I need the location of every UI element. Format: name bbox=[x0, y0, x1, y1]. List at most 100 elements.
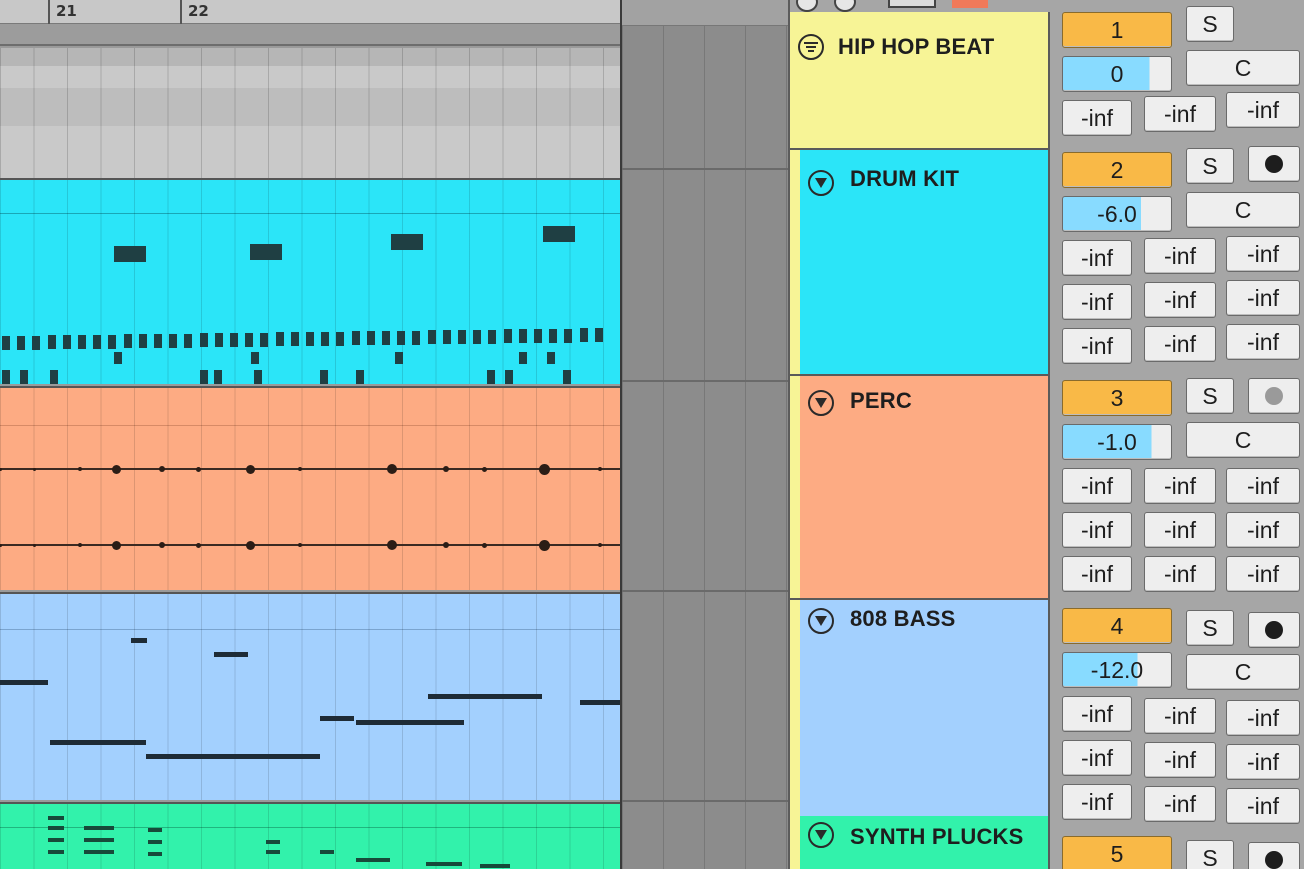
midi-note bbox=[579, 328, 588, 343]
midi-note bbox=[320, 716, 354, 721]
send-field[interactable]: -inf bbox=[1062, 784, 1132, 820]
track-activator-button[interactable]: 1 bbox=[1062, 12, 1172, 48]
monitor-button[interactable] bbox=[1248, 612, 1300, 648]
arm-button[interactable] bbox=[1248, 378, 1300, 414]
monitor-button[interactable] bbox=[1248, 842, 1300, 869]
send-field[interactable]: -inf bbox=[1144, 556, 1216, 592]
solo-button[interactable]: S bbox=[1186, 610, 1234, 646]
send-field[interactable]: -inf bbox=[1144, 468, 1216, 504]
group-collapse-icon[interactable] bbox=[798, 34, 824, 60]
send-field[interactable]: -inf bbox=[1226, 700, 1300, 736]
track-name-panel[interactable]: SYNTH PLUCKS bbox=[800, 816, 1050, 869]
send-field[interactable]: -inf bbox=[1062, 240, 1132, 276]
volume-field[interactable]: -12.0 bbox=[1062, 652, 1172, 688]
transient-dot bbox=[481, 466, 487, 472]
pan-field[interactable]: C bbox=[1186, 192, 1300, 228]
midi-note bbox=[549, 328, 558, 343]
pan-field[interactable]: C bbox=[1186, 50, 1300, 86]
send-field[interactable]: -inf bbox=[1226, 744, 1300, 780]
back-arrow-icon[interactable] bbox=[796, 0, 818, 12]
midi-note bbox=[114, 352, 122, 364]
fold-arrow-icon[interactable] bbox=[808, 390, 834, 416]
midi-note bbox=[397, 330, 406, 345]
send-field[interactable]: -inf bbox=[1062, 512, 1132, 548]
midi-note bbox=[519, 352, 527, 364]
808-bass-lane[interactable] bbox=[0, 592, 620, 800]
lane-divider bbox=[622, 800, 788, 802]
track-header-drum-kit[interactable]: DRUM KIT 2 S -6.0 C -inf -inf -inf -inf … bbox=[790, 146, 1304, 376]
send-field[interactable]: -inf bbox=[1144, 326, 1216, 362]
track-name-panel[interactable]: PERC bbox=[800, 376, 1050, 600]
midi-note bbox=[48, 826, 64, 830]
track-activator-button[interactable]: 5 bbox=[1062, 836, 1172, 869]
send-field[interactable]: -inf bbox=[1226, 92, 1300, 128]
send-field[interactable]: -inf bbox=[1144, 238, 1216, 274]
fold-arrow-icon[interactable] bbox=[808, 170, 834, 196]
midi-note bbox=[534, 329, 542, 343]
track-header-synth-plucks[interactable]: SYNTH PLUCKS 5 S bbox=[790, 816, 1304, 869]
send-field[interactable]: -inf bbox=[1144, 698, 1216, 734]
track-header-808-bass[interactable]: 808 BASS 4 S -12.0 C -inf -inf -inf -inf… bbox=[790, 600, 1304, 824]
track-header-hip-hop-beat[interactable]: HIP HOP BEAT 1 S 0 C -inf -inf -inf bbox=[790, 6, 1304, 150]
send-field[interactable]: -inf bbox=[1226, 236, 1300, 272]
send-field[interactable]: -inf bbox=[1144, 96, 1216, 132]
monitor-button[interactable] bbox=[1248, 146, 1300, 182]
drum-kit-lane[interactable] bbox=[0, 178, 620, 384]
solo-button[interactable]: S bbox=[1186, 378, 1234, 414]
midi-note bbox=[148, 828, 162, 832]
send-field[interactable]: -inf bbox=[1062, 100, 1132, 136]
solo-button[interactable]: S bbox=[1186, 840, 1234, 869]
forward-arrow-icon[interactable] bbox=[834, 0, 856, 12]
loop-brace-strip[interactable] bbox=[0, 24, 620, 46]
track-activator-button[interactable]: 3 bbox=[1062, 380, 1172, 416]
pan-field[interactable]: C bbox=[1186, 422, 1300, 458]
volume-field[interactable]: 0 bbox=[1062, 56, 1172, 92]
send-field[interactable]: -inf bbox=[1226, 468, 1300, 504]
transient-dot bbox=[159, 466, 165, 472]
track-name: DRUM KIT bbox=[850, 166, 960, 191]
track-activator-button[interactable]: 4 bbox=[1062, 608, 1172, 644]
arrangement-empty-area[interactable] bbox=[622, 0, 788, 869]
track-name-panel[interactable]: DRUM KIT bbox=[800, 150, 1050, 376]
volume-field[interactable]: -1.0 bbox=[1062, 424, 1172, 460]
track-name-panel[interactable]: 808 BASS bbox=[800, 600, 1050, 824]
send-field[interactable]: -inf bbox=[1144, 742, 1216, 778]
send-field[interactable]: -inf bbox=[1144, 512, 1216, 548]
send-field[interactable]: -inf bbox=[1062, 696, 1132, 732]
track-name-panel[interactable]: HIP HOP BEAT bbox=[790, 12, 1050, 150]
midi-note bbox=[78, 335, 86, 349]
midi-note bbox=[290, 332, 299, 347]
record-indicator[interactable] bbox=[952, 0, 988, 8]
synth-plucks-lane[interactable] bbox=[0, 802, 620, 869]
fold-arrow-icon[interactable] bbox=[808, 822, 834, 848]
midi-note bbox=[251, 352, 259, 364]
send-field[interactable]: -inf bbox=[1062, 556, 1132, 592]
midi-note bbox=[214, 652, 248, 657]
send-field[interactable]: -inf bbox=[1062, 328, 1132, 364]
send-field[interactable]: -inf bbox=[1226, 324, 1300, 360]
solo-button[interactable]: S bbox=[1186, 6, 1234, 42]
send-field[interactable]: -inf bbox=[1062, 740, 1132, 776]
track-headers-panel: HIP HOP BEAT 1 S 0 C -inf -inf -inf DRUM… bbox=[788, 0, 1304, 869]
midi-note bbox=[250, 244, 282, 260]
fold-arrow-icon[interactable] bbox=[808, 608, 834, 634]
perc-lane[interactable] bbox=[0, 386, 620, 590]
solo-button[interactable]: S bbox=[1186, 148, 1234, 184]
track-activator-button[interactable]: 2 bbox=[1062, 152, 1172, 188]
send-field[interactable]: -inf bbox=[1226, 512, 1300, 548]
send-field[interactable]: -inf bbox=[1226, 556, 1300, 592]
track-header-perc[interactable]: PERC 3 S -1.0 C -inf -inf -inf -inf -inf… bbox=[790, 376, 1304, 600]
midi-note bbox=[47, 335, 56, 350]
volume-field[interactable]: -6.0 bbox=[1062, 196, 1172, 232]
beat-time-ruler[interactable]: 21 22 bbox=[0, 0, 620, 24]
send-field[interactable]: -inf bbox=[1226, 280, 1300, 316]
midi-note bbox=[48, 838, 64, 842]
send-field[interactable]: -inf bbox=[1062, 284, 1132, 320]
midi-note bbox=[154, 334, 162, 348]
midi-note bbox=[366, 331, 375, 346]
send-field[interactable]: -inf bbox=[1144, 282, 1216, 318]
pan-field[interactable]: C bbox=[1186, 654, 1300, 690]
send-field[interactable]: -inf bbox=[1062, 468, 1132, 504]
draw-mode-button[interactable] bbox=[888, 0, 936, 8]
group-track-lane[interactable] bbox=[0, 48, 620, 178]
